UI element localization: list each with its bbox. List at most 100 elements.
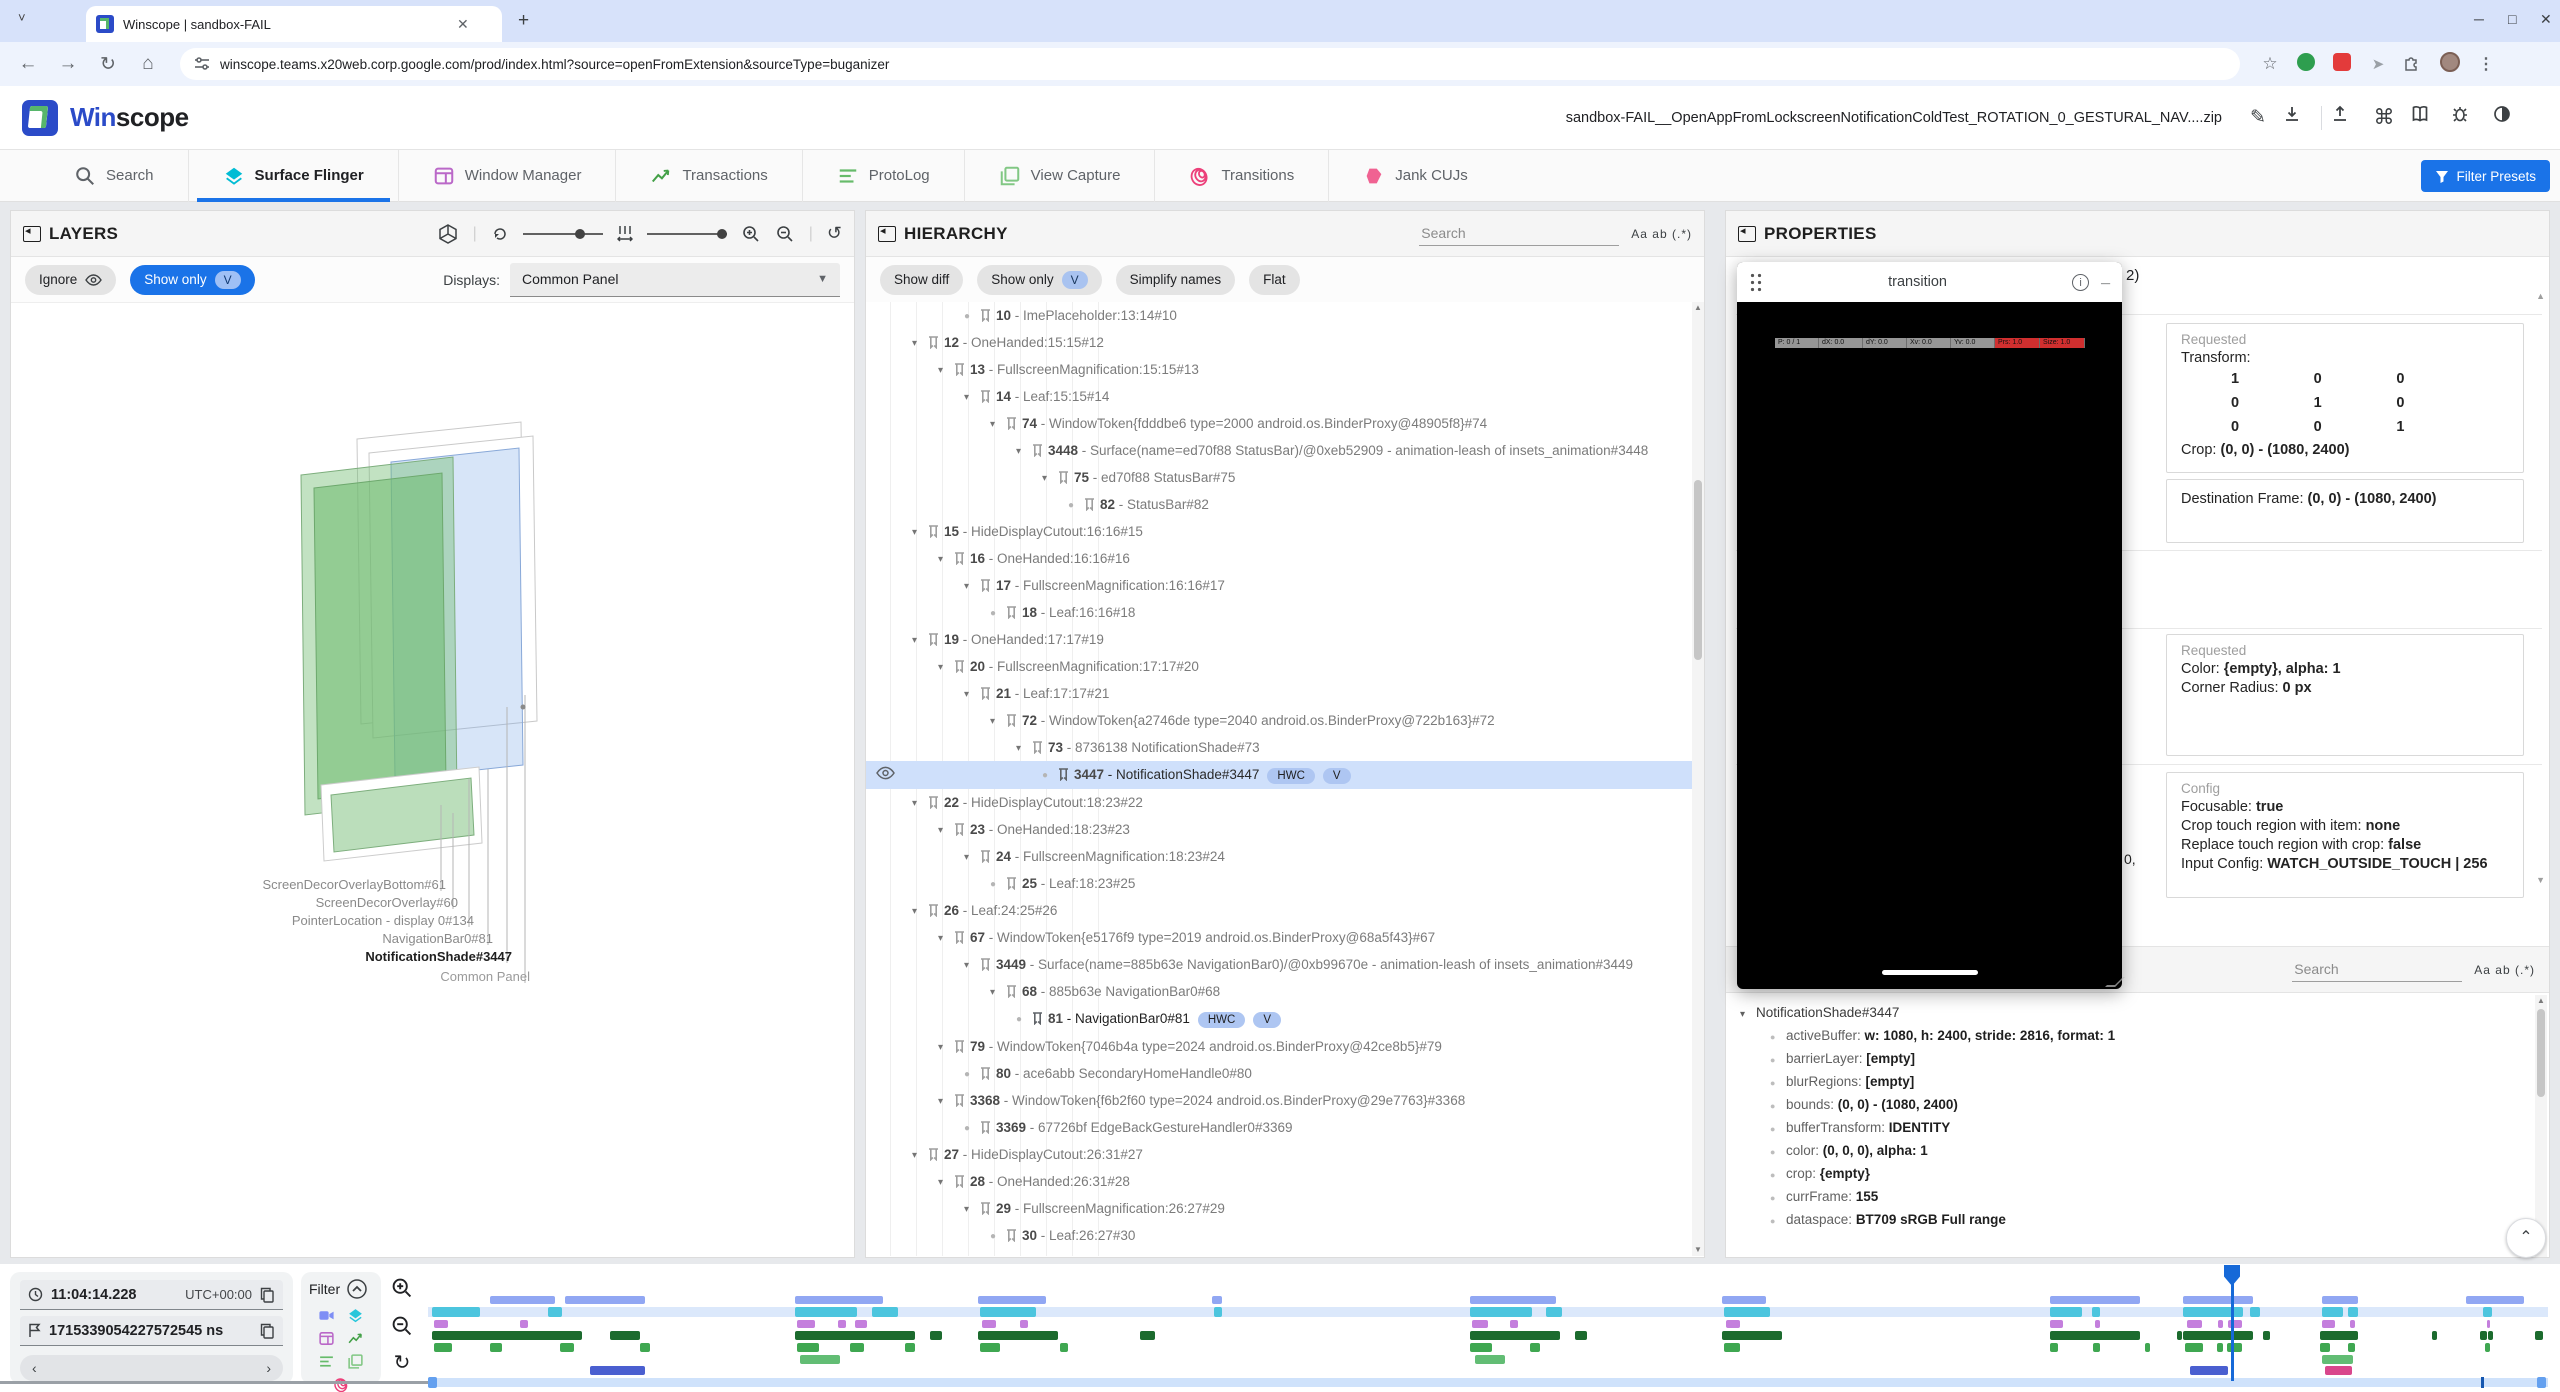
nav-tab-protolog[interactable]: ProtoLog — [802, 150, 964, 202]
trace-segment-screen-recording[interactable] — [565, 1296, 645, 1304]
nav-tab-transitions[interactable]: Transitions — [1154, 150, 1328, 202]
browser-tab[interactable]: Winscope | sandbox-FAIL ✕ — [86, 6, 502, 42]
scrub-handle-right[interactable] — [2537, 1377, 2546, 1388]
window-maximize-button[interactable]: □ — [2508, 11, 2516, 27]
hierarchy-node-3448[interactable]: ▾3448 - Surface(name=ed70f88 StatusBar)/… — [866, 437, 1703, 464]
trace-segment-surface-flinger[interactable] — [2348, 1307, 2358, 1317]
trace-segment-transactions[interactable] — [930, 1331, 942, 1340]
collapse-panel-icon[interactable] — [23, 226, 41, 242]
layer-label[interactable]: NavigationBar0#81 — [382, 931, 493, 946]
trace-segment-protolog[interactable] — [1724, 1343, 1740, 1352]
collapse-panel-icon[interactable] — [878, 226, 896, 242]
trace-segment-protolog[interactable] — [1530, 1343, 1540, 1352]
trace-segment-window-manager[interactable] — [982, 1320, 996, 1328]
trace-segment-protolog[interactable] — [1470, 1343, 1492, 1352]
trace-segment-window-manager[interactable] — [520, 1320, 528, 1328]
trace-segment-protolog[interactable] — [560, 1343, 574, 1352]
hierarchy-button-flat[interactable]: Flat — [1249, 265, 1300, 295]
spacing-slider[interactable] — [647, 233, 727, 235]
trace-segment-window-manager[interactable] — [2187, 1320, 2202, 1328]
trace-segment-screen-recording[interactable] — [795, 1296, 883, 1304]
trace-segment-screen-recording[interactable] — [2466, 1296, 2524, 1304]
trace-segment-surface-flinger[interactable] — [1546, 1307, 1562, 1317]
window-close-button[interactable]: ✕ — [2540, 11, 2552, 28]
extension-cursor-icon[interactable]: ➤ — [2367, 55, 2389, 73]
trace-segment-screen-recording[interactable] — [978, 1296, 1046, 1304]
trace-segment-protolog[interactable] — [2217, 1343, 2223, 1352]
trace-segment-screen-recording[interactable] — [2050, 1296, 2140, 1304]
trace-segment-window-manager[interactable] — [2350, 1320, 2355, 1328]
ignore-button[interactable]: Ignore — [25, 265, 116, 295]
property-bounds[interactable]: ●bounds: (0, 0) - (1080, 2400) — [1740, 1093, 2520, 1116]
url-bar[interactable]: winscope.teams.x20web.corp.google.com/pr… — [180, 48, 2240, 80]
trace-segment-surface-flinger[interactable] — [2483, 1307, 2492, 1317]
search-match-options[interactable]: Aa ab (.*) — [1631, 227, 1692, 241]
nav-tab-jank-cujs[interactable]: Jank CUJs — [1328, 150, 1502, 202]
hierarchy-node-18[interactable]: ●18 - Leaf:16:16#18 — [866, 599, 1703, 626]
trace-segment-protolog[interactable] — [980, 1343, 1000, 1352]
trace-segment-protolog[interactable] — [2185, 1343, 2203, 1352]
hierarchy-node-23[interactable]: ▾23 - OneHanded:18:23#23 — [866, 816, 1703, 843]
property-bufferTransform[interactable]: ●bufferTransform: IDENTITY — [1740, 1116, 2520, 1139]
hierarchy-node-81[interactable]: ●81 - NavigationBar0#81HWCV — [866, 1005, 1703, 1033]
3d-view-icon[interactable] — [437, 223, 459, 245]
trace-segment-transactions[interactable] — [795, 1331, 915, 1340]
trace-segment-transactions[interactable] — [610, 1331, 640, 1340]
trace-segment-window-manager[interactable] — [2322, 1320, 2335, 1328]
home-button[interactable]: ⌂ — [128, 53, 168, 75]
trace-segment-surface-flinger[interactable] — [432, 1307, 480, 1317]
hierarchy-node-14[interactable]: ▾14 - Leaf:15:15#14 — [866, 383, 1703, 410]
trace-segment-screen-recording[interactable] — [2322, 1296, 2358, 1304]
hierarchy-node-29[interactable]: ▾29 - FullscreenMagnification:26:27#29 — [866, 1195, 1703, 1222]
download-traces-icon[interactable] — [2282, 104, 2310, 132]
hierarchy-node-16[interactable]: ▾16 - OneHanded:16:16#16 — [866, 545, 1703, 572]
trace-segment-transactions[interactable] — [2177, 1331, 2182, 1340]
reset-view-icon[interactable]: ↺ — [827, 223, 842, 244]
info-icon[interactable]: i — [2072, 274, 2089, 291]
trace-segment-screen-recording[interactable] — [490, 1296, 555, 1304]
scroll-up-arrow[interactable]: ▲ — [2536, 291, 2545, 301]
trace-segment-surface-flinger[interactable] — [548, 1307, 562, 1317]
trace-segment-window-manager[interactable] — [1020, 1320, 1028, 1328]
trace-segment-protolog[interactable] — [797, 1343, 819, 1352]
hierarchy-button-show-only[interactable]: Show onlyV — [977, 265, 1101, 295]
show-only-v-toggle[interactable]: Show only V — [130, 265, 254, 295]
trace-segment-transactions[interactable] — [432, 1331, 582, 1340]
hierarchy-node-24[interactable]: ▾24 - FullscreenMagnification:18:23#24 — [866, 843, 1703, 870]
tab-close-icon[interactable]: ✕ — [457, 16, 469, 33]
trace-segment-transactions[interactable] — [1140, 1331, 1155, 1340]
layer-label[interactable]: PointerLocation - display 0#134 — [292, 913, 474, 928]
trace-segment-view-capture[interactable] — [2322, 1355, 2353, 1364]
hierarchy-node-72[interactable]: ▾72 - WindowToken{a2746de type=2040 andr… — [866, 707, 1703, 734]
hierarchy-node-12[interactable]: ▾12 - OneHanded:15:15#12 — [866, 329, 1703, 356]
trace-segment-transactions[interactable] — [2488, 1331, 2493, 1340]
trace-segment-window-manager[interactable] — [2095, 1320, 2100, 1328]
trace-segment-view-capture[interactable] — [1475, 1355, 1505, 1364]
hierarchy-node-30[interactable]: ●30 - Leaf:26:27#30 — [866, 1222, 1703, 1249]
nav-tab-window-manager[interactable]: Window Manager — [398, 150, 616, 202]
nav-tab-transactions[interactable]: Transactions — [615, 150, 801, 202]
nav-tab-view-capture[interactable]: View Capture — [964, 150, 1155, 202]
trace-segment-transactions[interactable] — [2183, 1331, 2253, 1340]
extension-green-icon[interactable] — [2295, 53, 2317, 76]
hierarchy-node-22[interactable]: ▾22 - HideDisplayCutout:18:23#22 — [866, 789, 1703, 816]
trace-segment-protolog[interactable] — [2227, 1343, 2242, 1352]
trace-segment-transactions[interactable] — [2263, 1331, 2270, 1340]
upload-traces-icon[interactable] — [2330, 104, 2358, 132]
trace-segment-screen-recording[interactable] — [1212, 1296, 1222, 1304]
trace-segment-window-manager[interactable] — [1472, 1320, 1488, 1328]
trace-segment-transactions[interactable] — [2535, 1331, 2543, 1340]
trace-segment-surface-flinger[interactable] — [2183, 1307, 2243, 1317]
trace-segment-protolog[interactable] — [2320, 1343, 2330, 1352]
trace-segment-surface-flinger[interactable] — [1470, 1307, 1532, 1317]
hierarchy-node-15[interactable]: ▾15 - HideDisplayCutout:16:16#15 — [866, 518, 1703, 545]
layer-label[interactable]: ScreenDecorOverlayBottom#61 — [262, 877, 446, 892]
trace-segment-window-manager[interactable] — [2487, 1320, 2490, 1328]
hierarchy-node-10[interactable]: ●10 - ImePlaceholder:13:14#10 — [866, 302, 1703, 329]
scrub-handle-left[interactable] — [428, 1377, 437, 1388]
trace-segment-protolog[interactable] — [905, 1343, 915, 1352]
forward-button[interactable]: → — [48, 53, 88, 75]
hierarchy-node-79[interactable]: ▾79 - WindowToken{7046b4a type=2024 andr… — [866, 1033, 1703, 1060]
properties-search-input[interactable] — [2292, 957, 2462, 982]
rotation-slider[interactable] — [523, 233, 603, 235]
